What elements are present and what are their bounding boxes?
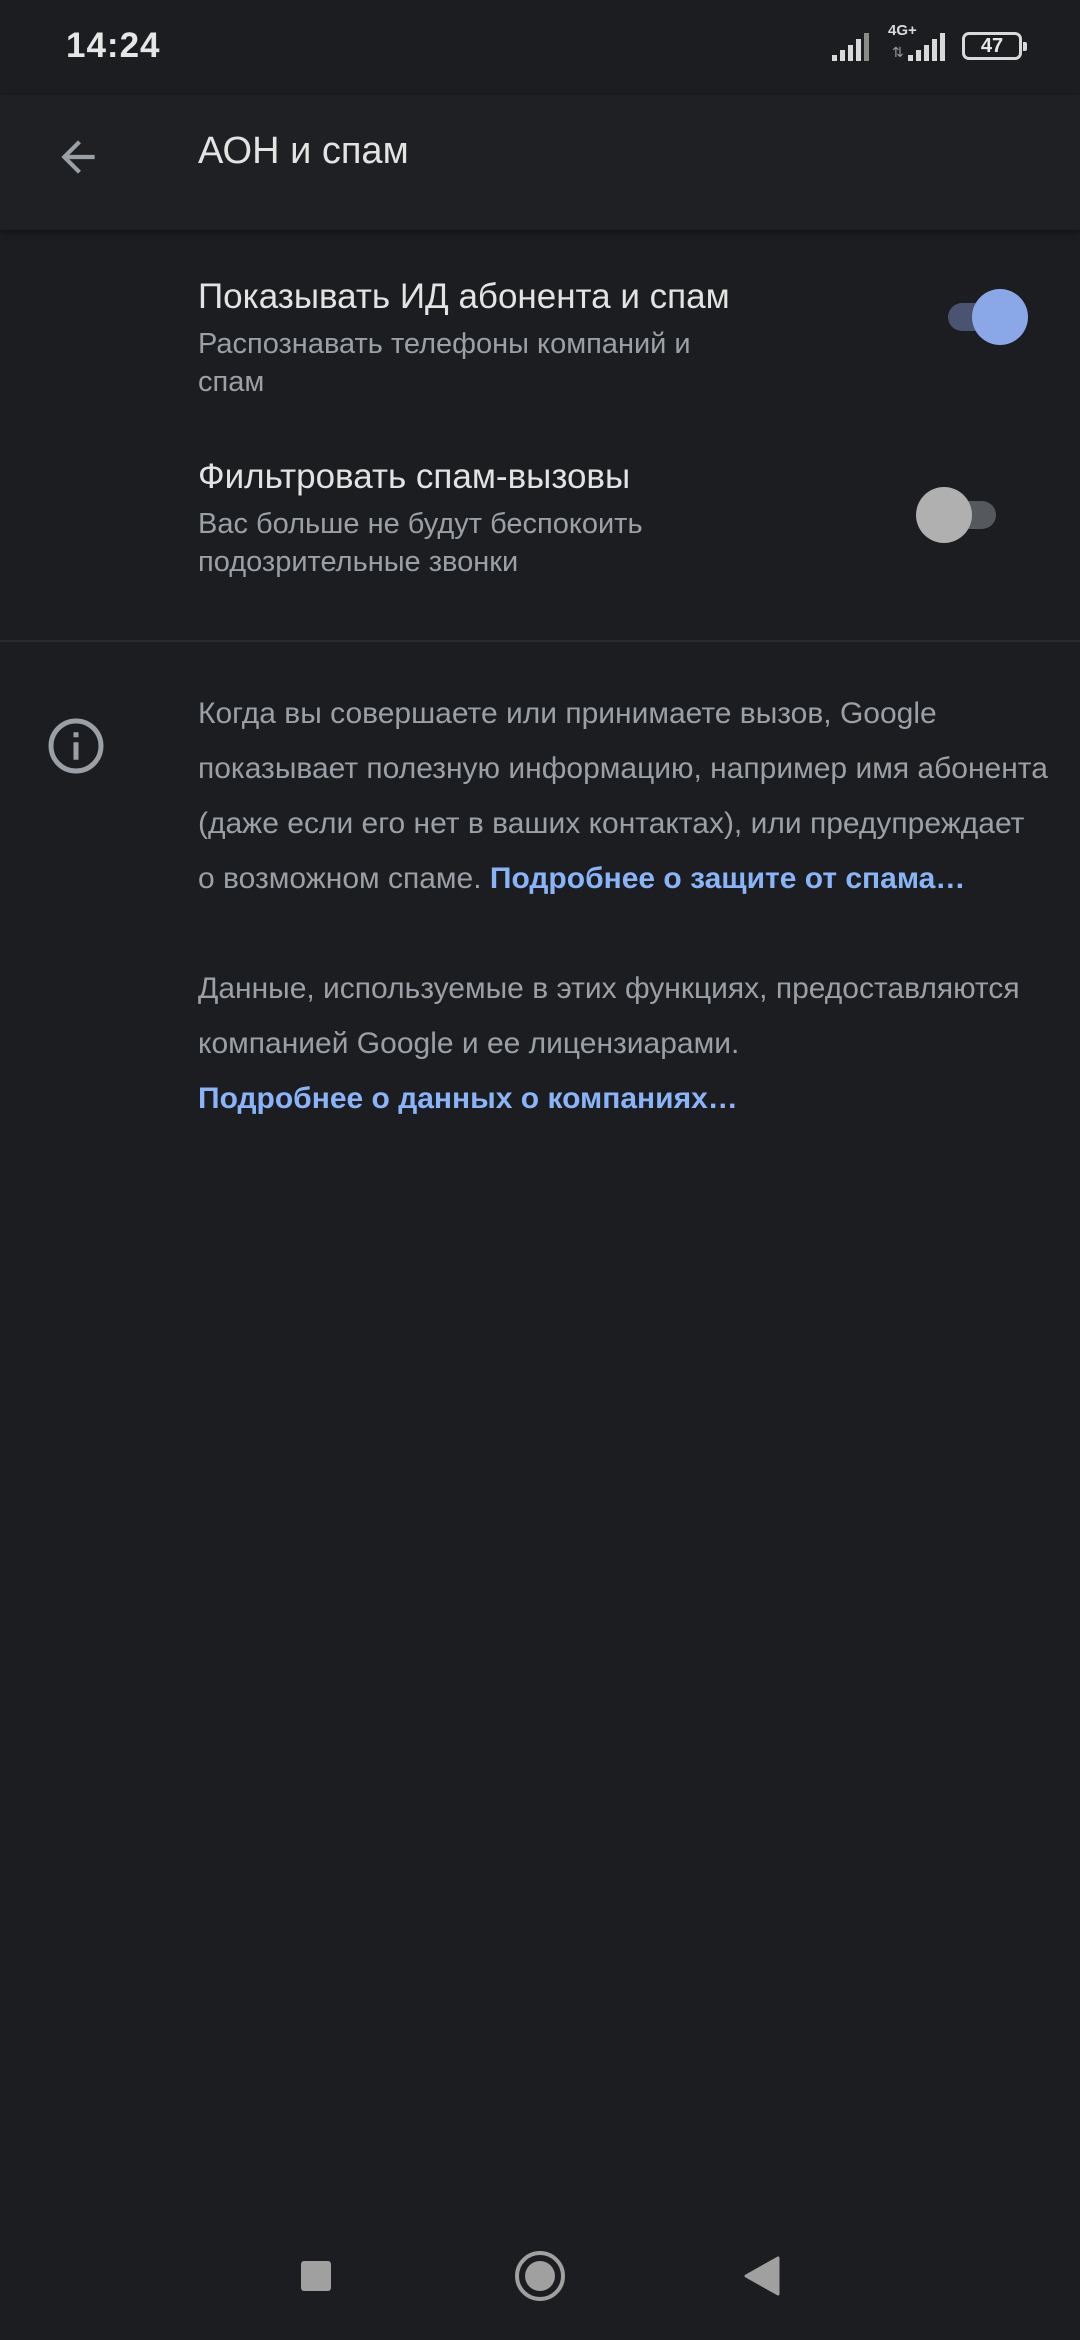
screen: 14:24 4G+ ⇅ 47 АОН и спам Показывать ИД … bbox=[0, 0, 1080, 2340]
setting-show-caller-id[interactable]: Показывать ИД абонента и спам Распознава… bbox=[0, 245, 1080, 415]
info-icon bbox=[48, 718, 104, 774]
toggle-thumb bbox=[972, 289, 1028, 345]
app-bar: АОН и спам bbox=[0, 95, 1080, 230]
setting-filter-spam[interactable]: Фильтровать спам-вызовы Вас больше не бу… bbox=[0, 425, 1080, 625]
toggle-thumb bbox=[916, 487, 972, 543]
business-data-link[interactable]: Подробнее о данных о компаниях… bbox=[198, 1082, 738, 1115]
back-button[interactable] bbox=[42, 121, 114, 193]
info-text: Когда вы совершаете или принимаете вызов… bbox=[198, 686, 1048, 1126]
divider bbox=[0, 640, 1080, 642]
nav-back-button[interactable] bbox=[722, 2236, 802, 2316]
setting-subtitle: Вас больше не будут беспокоить подозрите… bbox=[198, 508, 643, 578]
status-bar: 14:24 4G+ ⇅ 47 bbox=[0, 0, 1080, 95]
signal-sim2-icon bbox=[908, 31, 948, 66]
battery-icon: 47 bbox=[962, 32, 1027, 60]
data-arrows-icon: ⇅ bbox=[892, 44, 904, 60]
info-paragraph-1: Когда вы совершаете или принимаете вызов… bbox=[198, 686, 1048, 906]
setting-title: Фильтровать спам-вызовы bbox=[198, 457, 631, 496]
spam-protection-link[interactable]: Подробнее о защите от спама… bbox=[490, 862, 965, 895]
signal-sim1-icon bbox=[832, 31, 874, 61]
square-recents-icon bbox=[301, 2261, 331, 2291]
triangle-back-icon bbox=[744, 2256, 780, 2296]
info-paragraph-2-text: Данные, используемые в этих функциях, пр… bbox=[198, 972, 1020, 1060]
circle-home-icon bbox=[515, 2251, 565, 2301]
page-title: АОН и спам bbox=[198, 130, 409, 172]
battery-level: 47 bbox=[980, 35, 1004, 57]
home-button[interactable] bbox=[500, 2236, 580, 2316]
spam-filter-toggle[interactable] bbox=[916, 487, 1006, 543]
network-sim2: 4G+ ⇅ bbox=[888, 22, 948, 68]
status-time: 14:24 bbox=[66, 26, 161, 65]
caller-id-toggle[interactable] bbox=[938, 289, 1028, 345]
arrow-back-icon bbox=[61, 140, 95, 174]
setting-title: Показывать ИД абонента и спам bbox=[198, 277, 730, 316]
info-paragraph-2: Данные, используемые в этих функциях, пр… bbox=[198, 961, 1048, 1126]
status-icons: 4G+ ⇅ 47 bbox=[832, 22, 1027, 68]
setting-subtitle: Распознавать телефоны компаний и спам bbox=[198, 328, 691, 398]
recents-button[interactable] bbox=[276, 2236, 356, 2316]
navigation-bar bbox=[0, 2210, 1080, 2340]
